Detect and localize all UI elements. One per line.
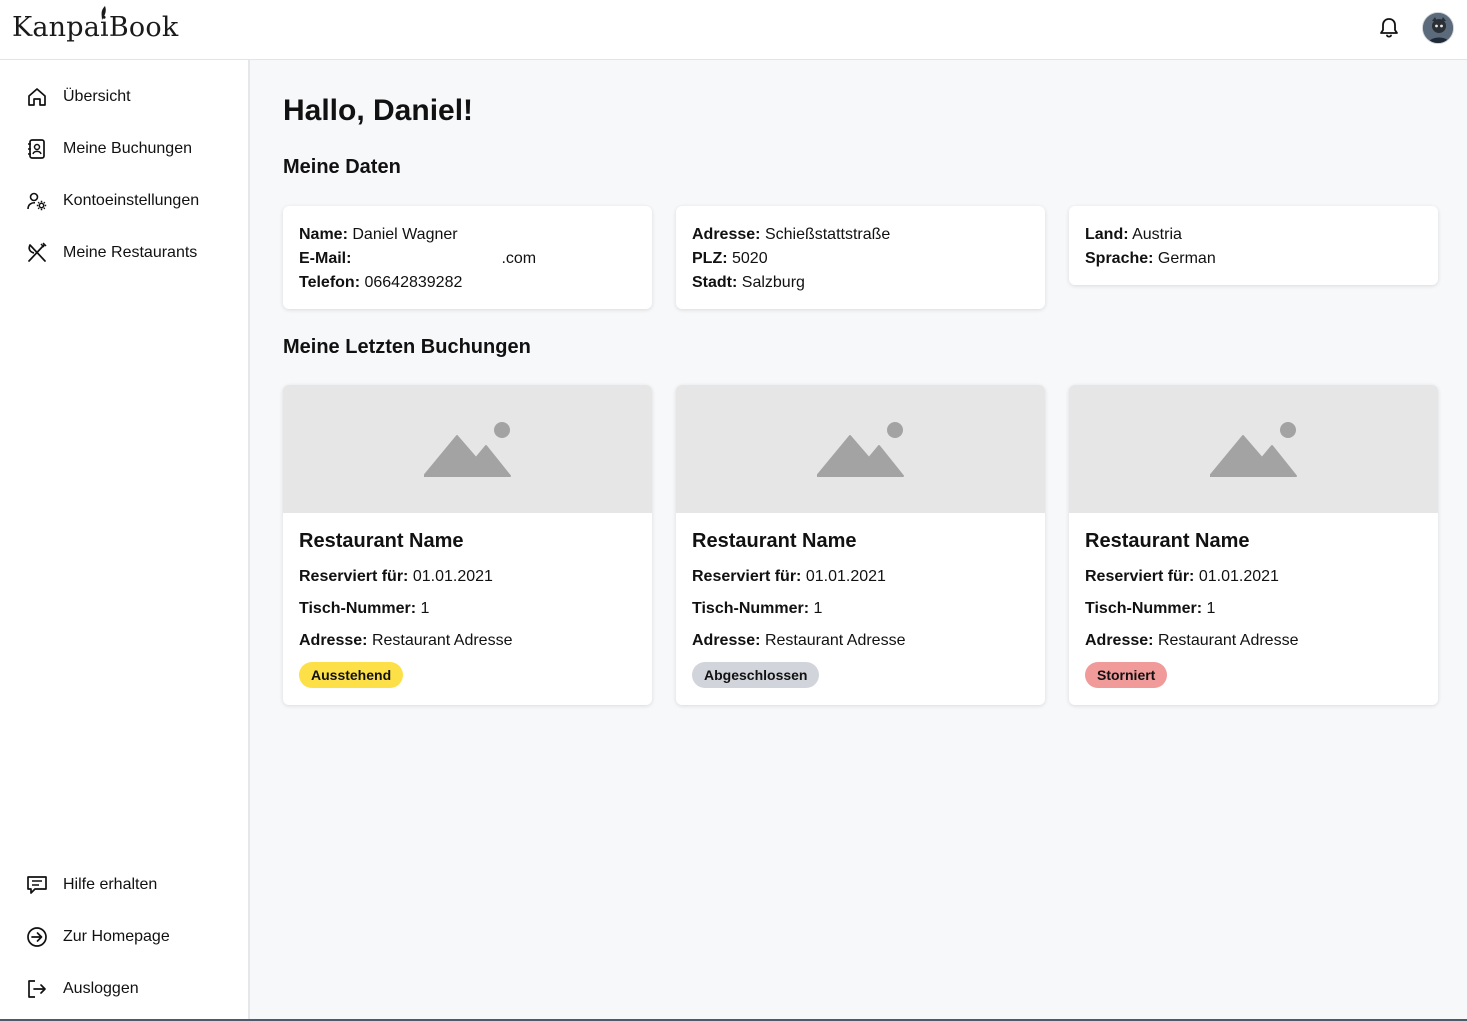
address-label: Adresse:: [1085, 632, 1154, 649]
email-label: E-Mail:: [299, 250, 352, 267]
bell-icon[interactable]: [1378, 16, 1400, 40]
restaurant-image-placeholder: [283, 385, 652, 513]
chat-help-icon: [27, 876, 47, 894]
restaurant-image-placeholder: [676, 385, 1045, 513]
locale-info-card: Land: Austria Sprache: German: [1069, 206, 1438, 285]
logout-icon: [28, 980, 46, 998]
booking-card[interactable]: Restaurant Name Reserviert für: 01.01.20…: [283, 385, 652, 705]
reserved-label: Reserviert für:: [692, 568, 802, 585]
address-label: Adresse:: [692, 632, 761, 649]
sidebar-item-label: Kontoeinstellungen: [63, 192, 200, 209]
language-label: Sprache:: [1085, 250, 1154, 267]
phone-value: 06642839282: [364, 274, 463, 291]
leaf-icon: [101, 6, 106, 20]
restaurant-name: Restaurant Name: [692, 530, 857, 552]
sidebar-item-label: Meine Restaurants: [63, 244, 198, 261]
name-value: Daniel Wagner: [352, 226, 458, 243]
my-data-heading: Meine Daten: [283, 156, 401, 178]
sidebar-item-label: Ausloggen: [63, 980, 139, 997]
table-value: 1: [813, 600, 823, 617]
image-placeholder-icon: [1210, 422, 1297, 477]
recent-bookings-heading: Meine Letzten Buchungen: [283, 336, 531, 358]
personal-info-card: Name: Daniel Wagner E-Mail: .com Telefon:…: [283, 206, 652, 309]
app-logo[interactable]: KanpaiBook: [12, 6, 178, 43]
contact-book-icon: [28, 139, 45, 159]
avatar[interactable]: [1422, 12, 1454, 44]
table-value: 1: [1206, 600, 1216, 617]
sidebar-item-label: Zur Homepage: [63, 928, 170, 945]
top-bar: KanpaiBook: [0, 0, 1467, 60]
street-label: Adresse:: [692, 226, 761, 243]
restaurant-image-placeholder: [1069, 385, 1438, 513]
sidebar: Übersicht Meine Buchungen Kontoeinstellu…: [0, 60, 250, 1021]
sidebar-item-bookings[interactable]: Meine Buchungen: [26, 135, 236, 163]
reserved-value: 01.01.2021: [1198, 568, 1279, 585]
address-info-card: Adresse: Schießstattstraße PLZ: 5020 Sta…: [676, 206, 1045, 309]
image-placeholder-icon: [424, 422, 511, 477]
booking-card[interactable]: Restaurant Name Reserviert für: 01.01.20…: [676, 385, 1045, 705]
sidebar-item-restaurants[interactable]: Meine Restaurants: [26, 239, 236, 267]
utensils-icon: [28, 242, 47, 262]
table-value: 1: [420, 600, 430, 617]
city-value: Salzburg: [741, 274, 805, 291]
reserved-value: 01.01.2021: [805, 568, 886, 585]
sidebar-item-label: Hilfe erhalten: [63, 876, 158, 893]
address-value: Restaurant Adresse: [1157, 632, 1299, 649]
country-value: Austria: [1132, 226, 1182, 243]
sidebar-item-overview[interactable]: Übersicht: [26, 83, 236, 111]
city-label: Stadt:: [692, 274, 738, 291]
phone-label: Telefon:: [299, 274, 361, 291]
table-label: Tisch-Nummer:: [692, 600, 810, 617]
zip-label: PLZ:: [692, 250, 728, 267]
sidebar-item-logout[interactable]: Ausloggen: [26, 975, 236, 1003]
status-badge: Storniert: [1085, 662, 1168, 688]
page-title: Hallo, Daniel!: [283, 94, 474, 127]
table-label: Tisch-Nummer:: [299, 600, 417, 617]
address-value: Restaurant Adresse: [764, 632, 906, 649]
status-badge: Abgeschlossen: [692, 662, 820, 688]
address-value: Restaurant Adresse: [371, 632, 513, 649]
reserved-value: 01.01.2021: [412, 568, 493, 585]
language-value: German: [1157, 250, 1216, 267]
main-content: Hallo, Daniel! Meine Daten Name: Daniel …: [250, 60, 1467, 1021]
country-label: Land:: [1085, 226, 1129, 243]
sidebar-item-homepage[interactable]: Zur Homepage: [26, 923, 236, 951]
table-label: Tisch-Nummer:: [1085, 600, 1203, 617]
street-value: Schießstattstraße: [764, 226, 891, 243]
restaurant-name: Restaurant Name: [1085, 530, 1250, 552]
restaurant-name: Restaurant Name: [299, 530, 464, 552]
zip-value: 5020: [732, 250, 768, 267]
sidebar-item-account-settings[interactable]: Kontoeinstellungen: [26, 187, 236, 215]
name-label: Name:: [299, 226, 348, 243]
image-placeholder-icon: [817, 422, 904, 477]
reserved-label: Reserviert für:: [299, 568, 409, 585]
sidebar-item-label: Meine Buchungen: [63, 140, 192, 157]
address-label: Adresse:: [299, 632, 368, 649]
booking-card[interactable]: Restaurant Name Reserviert für: 01.01.20…: [1069, 385, 1438, 705]
arrow-circle-right-icon: [27, 927, 47, 947]
user-settings-icon: [27, 192, 47, 211]
reserved-label: Reserviert für:: [1085, 568, 1195, 585]
status-badge: Ausstehend: [299, 662, 404, 688]
email-value: .com: [501, 250, 537, 267]
sidebar-item-help[interactable]: Hilfe erhalten: [26, 871, 236, 899]
sidebar-item-label: Übersicht: [63, 88, 131, 105]
home-icon: [28, 88, 46, 106]
